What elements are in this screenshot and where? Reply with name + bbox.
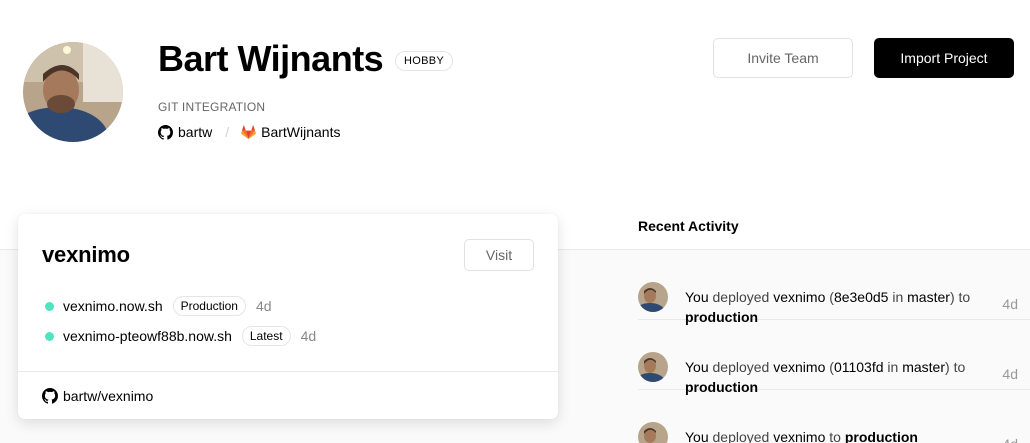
github-icon <box>158 124 173 140</box>
git-integration-row: bartw / BartWijnants <box>158 123 340 141</box>
status-dot <box>45 331 54 341</box>
deployment-url[interactable]: vexnimo.now.sh <box>63 298 163 314</box>
gitlab-icon <box>241 124 257 140</box>
invite-team-button[interactable]: Invite Team <box>713 38 853 78</box>
activity-text: You deployed vexnimo to production <box>685 429 918 443</box>
activity-time: 4d <box>1002 366 1018 382</box>
separator: / <box>225 124 230 140</box>
project-card[interactable]: vexnimo Visit vexnimo.now.sh Production … <box>18 214 558 419</box>
git-integration-label: GIT INTEGRATION <box>158 100 266 114</box>
deployment-age: 4d <box>300 328 317 344</box>
github-username[interactable]: bartw <box>178 124 212 140</box>
plan-badge: HOBBY <box>395 51 454 71</box>
visit-button[interactable]: Visit <box>464 239 534 271</box>
github-icon <box>42 388 58 404</box>
gitlab-username[interactable]: BartWijnants <box>261 124 340 140</box>
activity-avatar <box>638 422 668 443</box>
project-name[interactable]: vexnimo <box>42 242 130 268</box>
activity-list: You deployed vexnimo (8e3e0d5 in master)… <box>638 250 1030 443</box>
activity-time: 4d <box>1002 436 1018 443</box>
project-repo[interactable]: bartw/vexnimo <box>42 387 153 405</box>
activity-item: You deployed vexnimo (8e3e0d5 in master)… <box>638 250 1030 325</box>
deployment-row: vexnimo.now.sh Production 4d <box>45 296 272 316</box>
activity-time: 4d <box>1002 296 1018 312</box>
avatar[interactable] <box>23 42 123 142</box>
repo-name[interactable]: bartw/vexnimo <box>63 388 153 404</box>
activity-avatar <box>638 282 668 312</box>
deployment-row: vexnimo-pteowf88b.now.sh Latest 4d <box>45 326 316 346</box>
deployment-tag: Production <box>172 296 246 316</box>
deployment-url[interactable]: vexnimo-pteowf88b.now.sh <box>63 328 232 344</box>
activity-item: You deployed vexnimo (01103fd in master)… <box>638 320 1030 395</box>
deployment-tag: Latest <box>241 326 291 346</box>
activity-avatar <box>638 352 668 382</box>
status-dot <box>45 301 54 311</box>
recent-activity-title: Recent Activity <box>638 218 739 234</box>
import-project-button[interactable]: Import Project <box>874 38 1014 78</box>
user-name: Bart Wijnants <box>158 38 384 79</box>
deployment-age: 4d <box>255 298 272 314</box>
divider <box>18 371 558 372</box>
profile-header: Bart Wijnants HOBBY GIT INTEGRATION bart… <box>0 0 1030 205</box>
activity-item: You deployed vexnimo to production 4d <box>638 390 1030 443</box>
